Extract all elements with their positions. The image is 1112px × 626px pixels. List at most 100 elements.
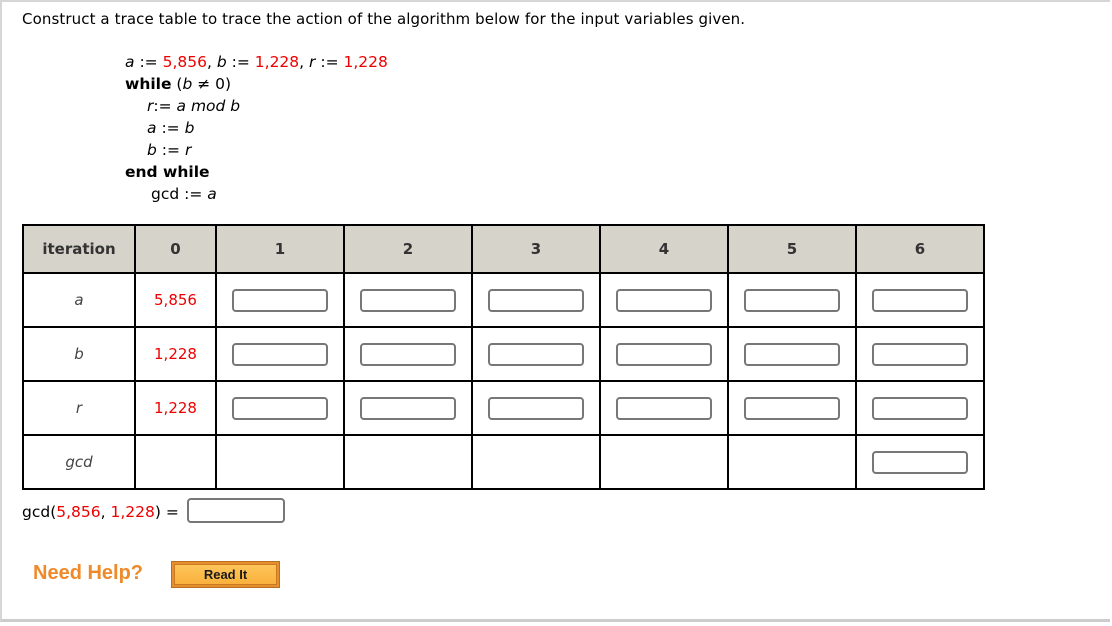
assign-op: :=	[320, 53, 339, 71]
r-iter-1-input[interactable]	[232, 396, 328, 420]
cell	[727, 326, 857, 382]
body-lhs: b	[147, 141, 157, 159]
while-keyword: while	[125, 75, 172, 93]
cell	[343, 326, 473, 382]
cell	[855, 272, 985, 328]
assign-op: :=	[139, 53, 158, 71]
final-rhs: a	[207, 185, 217, 203]
b-initial-value: 1,228	[134, 326, 217, 382]
end-while-keyword: end while	[125, 163, 210, 181]
b-iter-4-input[interactable]	[616, 342, 712, 366]
a-iter-3-input[interactable]	[488, 288, 584, 312]
b-iter-3-input[interactable]	[488, 342, 584, 366]
while-condition-var: b	[182, 75, 193, 93]
final-lhs: gcd	[151, 185, 180, 203]
algo-body-line: r:= a mod b	[125, 95, 388, 117]
table-row-r: r 1,228	[22, 380, 985, 436]
header-row: iteration 0 1 2 3 4 5 6	[22, 224, 985, 274]
cell	[471, 326, 601, 382]
assign-op: :=	[184, 185, 203, 203]
algo-while-line: while (b ≠ 0)	[125, 75, 232, 93]
cell	[215, 272, 345, 328]
header-iter-2: 2	[343, 224, 473, 274]
gcd-iter-6-input[interactable]	[872, 450, 968, 474]
body-rhs: a mod b	[176, 97, 241, 115]
gcd-initial-cell	[134, 434, 217, 490]
var-a: a	[125, 53, 135, 71]
var-r: r	[309, 53, 316, 71]
cell	[727, 272, 857, 328]
row-label-b: b	[22, 326, 136, 382]
algo-body-line: a := b	[125, 117, 388, 139]
r-iter-3-input[interactable]	[488, 396, 584, 420]
a-initial-value: 5,856	[134, 272, 217, 328]
cell	[599, 326, 729, 382]
assign-op: :=	[161, 119, 180, 137]
gcd-arg2: 1,228	[110, 503, 155, 521]
cell	[471, 380, 601, 436]
assign-op: :=	[153, 97, 172, 115]
b-iter-2-input[interactable]	[360, 342, 456, 366]
b-iter-5-input[interactable]	[744, 342, 840, 366]
empty-cell	[215, 434, 345, 490]
header-iteration: iteration	[22, 224, 136, 274]
cell	[215, 380, 345, 436]
var-b: b	[216, 53, 227, 71]
assign-op: :=	[231, 53, 250, 71]
algo-init-line: a := 5,856, b := 1,228, r := 1,228	[125, 51, 388, 73]
cell	[855, 326, 985, 382]
trace-table: iteration 0 1 2 3 4 5 6 a 5,856 b 1,228 …	[22, 224, 985, 490]
cell	[343, 272, 473, 328]
r-iter-5-input[interactable]	[744, 396, 840, 420]
b-iter-1-input[interactable]	[232, 342, 328, 366]
row-label-gcd: gcd	[22, 434, 136, 490]
cell	[855, 380, 985, 436]
empty-cell	[343, 434, 473, 490]
gcd-arg1: 5,856	[56, 503, 101, 521]
r-iter-2-input[interactable]	[360, 396, 456, 420]
gcd-comma: ,	[100, 503, 111, 521]
gcd-suffix: ) =	[154, 503, 179, 521]
b-iter-6-input[interactable]	[872, 342, 968, 366]
r-iter-4-input[interactable]	[616, 396, 712, 420]
cell	[215, 326, 345, 382]
header-iter-0: 0	[134, 224, 217, 274]
body-lhs: a	[147, 119, 157, 137]
cell	[599, 380, 729, 436]
algo-body-line: b := r	[125, 139, 388, 161]
a-iter-1-input[interactable]	[232, 288, 328, 312]
cell	[471, 272, 601, 328]
need-help-label: Need Help?	[33, 562, 144, 584]
a-iter-4-input[interactable]	[616, 288, 712, 312]
algorithm-block: a := 5,856, b := 1,228, r := 1,228 while…	[125, 51, 388, 205]
gcd-answer-line: gcd(5,856, 1,228) =	[22, 498, 285, 525]
algo-final-line: gcd := a	[125, 183, 388, 205]
header-iter-6: 6	[855, 224, 985, 274]
read-it-button[interactable]: Read It	[171, 561, 280, 588]
body-rhs: b	[184, 119, 195, 137]
table-row-gcd: gcd	[22, 434, 985, 490]
separator: ,	[206, 53, 212, 71]
init-a-value: 5,856	[162, 53, 207, 71]
cell	[855, 434, 985, 490]
a-iter-6-input[interactable]	[872, 288, 968, 312]
a-iter-5-input[interactable]	[744, 288, 840, 312]
while-condition: ≠ 0)	[197, 75, 232, 93]
gcd-answer-input[interactable]	[186, 498, 285, 523]
cell	[727, 380, 857, 436]
header-iter-3: 3	[471, 224, 601, 274]
a-iter-2-input[interactable]	[360, 288, 456, 312]
question-prompt: Construct a trace table to trace the act…	[22, 10, 746, 28]
read-it-label: Read It	[174, 564, 277, 585]
separator: ,	[299, 53, 305, 71]
r-iter-6-input[interactable]	[872, 396, 968, 420]
assign-op: :=	[161, 141, 180, 159]
cell	[599, 272, 729, 328]
row-label-a: a	[22, 272, 136, 328]
table-row-a: a 5,856	[22, 272, 985, 328]
body-rhs: r	[184, 141, 192, 159]
header-iter-4: 4	[599, 224, 729, 274]
table-row-b: b 1,228	[22, 326, 985, 382]
row-label-r: r	[22, 380, 136, 436]
header-iter-1: 1	[215, 224, 345, 274]
